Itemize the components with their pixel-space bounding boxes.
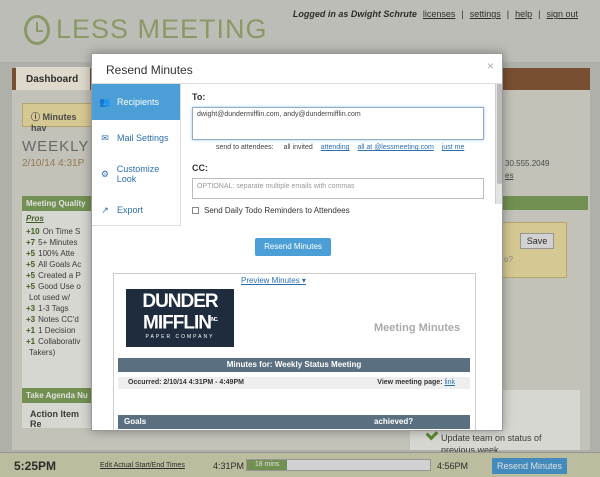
view-page-link[interactable]: link bbox=[444, 379, 455, 386]
cc-field[interactable]: OPTIONAL: separate multiple emails with … bbox=[192, 178, 484, 199]
close-icon[interactable]: × bbox=[487, 59, 494, 73]
meeting-minutes-heading: Meeting Minutes bbox=[374, 322, 461, 334]
logo-inc: INC. bbox=[210, 317, 218, 323]
daily-todo-row: Send Daily Todo Reminders to Attendees bbox=[192, 206, 492, 215]
export-icon: ↗ bbox=[101, 204, 109, 215]
send-lessmeeting-link[interactable]: all at @lessmeeting.com bbox=[357, 144, 433, 151]
cogs-icon: ⚙ bbox=[100, 168, 109, 179]
send-to-options: send to attendees: all invited attending… bbox=[216, 144, 492, 151]
nav-export[interactable]: ↗ Export bbox=[92, 192, 180, 228]
minutes-for-bar: Minutes for: Weekly Status Meeting bbox=[118, 358, 470, 372]
goals-heading: Goals bbox=[124, 417, 147, 426]
nav-mail-settings[interactable]: ✉ Mail Settings bbox=[92, 120, 180, 156]
nav-label: Mail Settings bbox=[117, 133, 169, 143]
cc-label: CC: bbox=[192, 163, 208, 173]
nav-label: Recipients bbox=[117, 97, 160, 107]
to-label: To: bbox=[192, 92, 206, 102]
occurred-row: Occurred: 2/10/14 4:31PM - 4:49PM View m… bbox=[118, 377, 470, 389]
to-field[interactable]: dwight@dundermifflin.com, andy@dundermif… bbox=[192, 107, 484, 140]
send-to-label: send to attendees: bbox=[216, 144, 274, 151]
view-page-label: View meeting page: bbox=[377, 379, 443, 386]
resend-minutes-button[interactable]: Resend Minutes bbox=[255, 238, 331, 256]
goals-bar: Goals achieved? bbox=[118, 415, 470, 429]
recipients-form: To: dwight@dundermifflin.com, andy@dunde… bbox=[192, 92, 492, 215]
daily-todo-label: Send Daily Todo Reminders to Attendees bbox=[204, 206, 350, 215]
mail-icon: ✉ bbox=[101, 132, 109, 143]
dialog-title: Resend Minutes bbox=[92, 54, 502, 84]
daily-todo-checkbox[interactable] bbox=[192, 207, 199, 214]
logo-line-3: PAPER COMPANY bbox=[145, 334, 215, 341]
nav-label: Export bbox=[117, 205, 144, 215]
dunder-mifflin-logo: DUNDER MIFFLININC. PAPER COMPANY bbox=[126, 289, 234, 347]
users-icon: 👥 bbox=[99, 96, 111, 107]
send-attending-link[interactable]: attending bbox=[321, 144, 350, 151]
send-all-invited[interactable]: all invited bbox=[284, 144, 313, 151]
nav-customize-look[interactable]: ⚙ Customize Look bbox=[92, 156, 180, 192]
logo-line-2: MIFFLININC. bbox=[126, 311, 234, 332]
occurred-text: Occurred: 2/10/14 4:31PM - 4:49PM bbox=[128, 379, 244, 386]
minutes-preview: DUNDER MIFFLININC. PAPER COMPANY Meeting… bbox=[113, 273, 476, 430]
logo-line-2-text: MIFFLIN bbox=[143, 312, 212, 334]
resend-minutes-dialog: Resend Minutes × 👥 Recipients ✉ Mail Settin… bbox=[91, 53, 503, 431]
send-just-me-link[interactable]: just me bbox=[442, 144, 465, 151]
dialog-nav: 👥 Recipients ✉ Mail Settings ⚙ Customize Look… bbox=[92, 84, 181, 226]
nav-recipients[interactable]: 👥 Recipients bbox=[92, 84, 180, 120]
achieved-heading: achieved? bbox=[374, 417, 414, 426]
logo-line-1: DUNDER bbox=[142, 291, 218, 312]
dialog-scrollbar[interactable] bbox=[495, 84, 502, 204]
nav-label: Customize Look bbox=[116, 164, 160, 184]
view-page: View meeting page: link bbox=[377, 377, 455, 389]
